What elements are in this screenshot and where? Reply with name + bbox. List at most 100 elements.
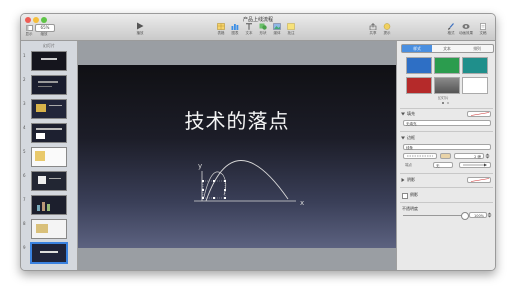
slide-number: 9 bbox=[23, 245, 26, 250]
shadow-label: 阴影 bbox=[407, 177, 415, 182]
slide-thumbnail-4[interactable] bbox=[31, 123, 67, 143]
navigator-header: 幻灯片 bbox=[43, 43, 55, 48]
slide-thumbnail-1[interactable] bbox=[31, 51, 67, 71]
view-button[interactable]: 显示 bbox=[24, 25, 34, 37]
share-button[interactable]: 共享 bbox=[367, 23, 379, 36]
shape-icon bbox=[259, 23, 267, 30]
tab-arrange[interactable]: 排列 bbox=[462, 45, 492, 52]
selection-handle[interactable] bbox=[224, 189, 226, 191]
divider bbox=[400, 187, 493, 188]
selection-handle[interactable] bbox=[202, 197, 204, 199]
trajectory-diagram[interactable]: y x bbox=[78, 65, 396, 248]
selection-handle[interactable] bbox=[213, 180, 215, 182]
slide-thumbnail-8[interactable] bbox=[31, 219, 67, 239]
arrow-line-icon bbox=[463, 163, 487, 167]
tips-icon bbox=[383, 23, 391, 30]
style-preset-gray[interactable] bbox=[434, 77, 460, 94]
opacity-slider-knob[interactable] bbox=[461, 212, 469, 220]
media-button[interactable]: 媒体 bbox=[271, 23, 283, 36]
tab-style[interactable]: 样式 bbox=[402, 45, 432, 52]
disclosure-triangle-icon[interactable] bbox=[401, 112, 405, 116]
animate-icon bbox=[462, 24, 470, 29]
text-button[interactable]: 文本 bbox=[243, 23, 255, 36]
slide-thumbnail-6[interactable] bbox=[31, 171, 67, 191]
border-label: 边框 bbox=[407, 135, 415, 140]
page-dot[interactable] bbox=[447, 102, 449, 104]
toolbar: 产品上线流程 显示 65% 缩放 播放 表格 图表 文本 形状 媒体 批注 共享… bbox=[21, 14, 495, 41]
slide-number: 2 bbox=[23, 77, 26, 82]
play-icon bbox=[137, 22, 144, 30]
app-window: 产品上线流程 显示 65% 缩放 播放 表格 图表 文本 形状 媒体 批注 共享… bbox=[20, 13, 496, 271]
style-preset-teal[interactable] bbox=[462, 57, 488, 74]
dashed-line-icon bbox=[407, 155, 433, 157]
slide-thumbnail-3[interactable] bbox=[31, 99, 67, 119]
comment-button[interactable]: 批注 bbox=[285, 23, 297, 36]
small-curve bbox=[203, 171, 227, 198]
line-style-select[interactable] bbox=[403, 153, 437, 159]
style-preset-blue[interactable] bbox=[406, 57, 432, 74]
reflection-checkbox[interactable] bbox=[402, 193, 408, 199]
tips-button[interactable]: 提示 bbox=[381, 23, 393, 36]
slide-navigator: 幻灯片 1 2 3 4 5 6 7 8 9 bbox=[21, 41, 78, 270]
opacity-field[interactable]: 100% bbox=[469, 212, 487, 218]
endpoint-end-select[interactable] bbox=[459, 162, 491, 168]
slide-number: 3 bbox=[23, 101, 26, 106]
style-preset-white[interactable] bbox=[462, 77, 488, 94]
slide-thumbnail-9-selected[interactable] bbox=[31, 243, 67, 263]
document-button[interactable]: 文稿 bbox=[477, 23, 489, 36]
chart-icon bbox=[231, 24, 239, 30]
preset-label: 幻灯片 bbox=[438, 96, 449, 100]
slide-thumbnail-5[interactable] bbox=[31, 147, 67, 167]
format-inspector: 样式 文本 排列 幻灯片 填充 无填充 边框 线条 2 磅 端点 无 阴影 倒影… bbox=[396, 41, 495, 270]
slide-thumbnail-2[interactable] bbox=[31, 75, 67, 95]
stepper-icon[interactable] bbox=[485, 153, 490, 159]
disclosure-triangle-icon[interactable] bbox=[401, 178, 405, 182]
endpoint-label: 端点 bbox=[405, 163, 412, 167]
fill-color-well[interactable] bbox=[467, 111, 491, 117]
endpoint-start-select[interactable]: 无 bbox=[433, 162, 453, 168]
format-button[interactable]: 格式 bbox=[445, 23, 457, 36]
shadow-preview[interactable] bbox=[467, 177, 491, 183]
opacity-label: 不透明度 bbox=[402, 206, 418, 211]
slide-thumbnail-7[interactable] bbox=[31, 195, 67, 215]
slide-number: 5 bbox=[23, 149, 26, 154]
table-button[interactable]: 表格 bbox=[215, 23, 227, 36]
style-preset-green[interactable] bbox=[434, 57, 460, 74]
border-type-select[interactable]: 线条 bbox=[403, 144, 491, 150]
slide-number: 7 bbox=[23, 197, 26, 202]
selection-handle[interactable] bbox=[224, 180, 226, 182]
border-width-field[interactable]: 2 磅 bbox=[454, 153, 484, 159]
media-icon bbox=[273, 23, 281, 30]
style-preset-red[interactable] bbox=[406, 77, 432, 94]
slide-canvas-area: 技术的落点 y x bbox=[78, 41, 396, 270]
animate-button[interactable]: 动画效果 bbox=[459, 23, 473, 36]
view-icon bbox=[25, 25, 33, 31]
divider bbox=[400, 108, 493, 109]
selection-handle[interactable] bbox=[202, 180, 204, 182]
selection-handle[interactable] bbox=[224, 197, 226, 199]
fill-type-select[interactable]: 无填充 bbox=[403, 120, 491, 126]
border-color-well[interactable] bbox=[440, 153, 451, 159]
trajectory-curve bbox=[205, 160, 289, 202]
color-preview-icon bbox=[470, 112, 490, 116]
slide-number: 6 bbox=[23, 173, 26, 178]
opacity-slider[interactable] bbox=[403, 215, 465, 216]
shape-button[interactable]: 形状 bbox=[257, 23, 269, 36]
page-dot-active[interactable] bbox=[442, 102, 444, 104]
share-icon bbox=[369, 23, 377, 30]
chart-button[interactable]: 图表 bbox=[229, 23, 241, 36]
disclosure-triangle-icon[interactable] bbox=[401, 136, 405, 140]
selection-handle[interactable] bbox=[213, 197, 215, 199]
play-button[interactable]: 播放 bbox=[133, 22, 147, 36]
selection-handle[interactable] bbox=[202, 189, 204, 191]
shadow-preview-icon bbox=[470, 178, 490, 182]
reflection-label: 倒影 bbox=[410, 192, 418, 197]
stepper-icon[interactable] bbox=[487, 212, 492, 218]
text-icon bbox=[246, 23, 252, 30]
divider bbox=[400, 131, 493, 132]
x-axis-label: x bbox=[300, 199, 304, 207]
slide-canvas[interactable]: 技术的落点 y x bbox=[78, 65, 396, 248]
tab-text[interactable]: 文本 bbox=[432, 45, 462, 52]
zoom-label: 缩放 bbox=[40, 32, 48, 36]
slide-number: 4 bbox=[23, 125, 26, 130]
